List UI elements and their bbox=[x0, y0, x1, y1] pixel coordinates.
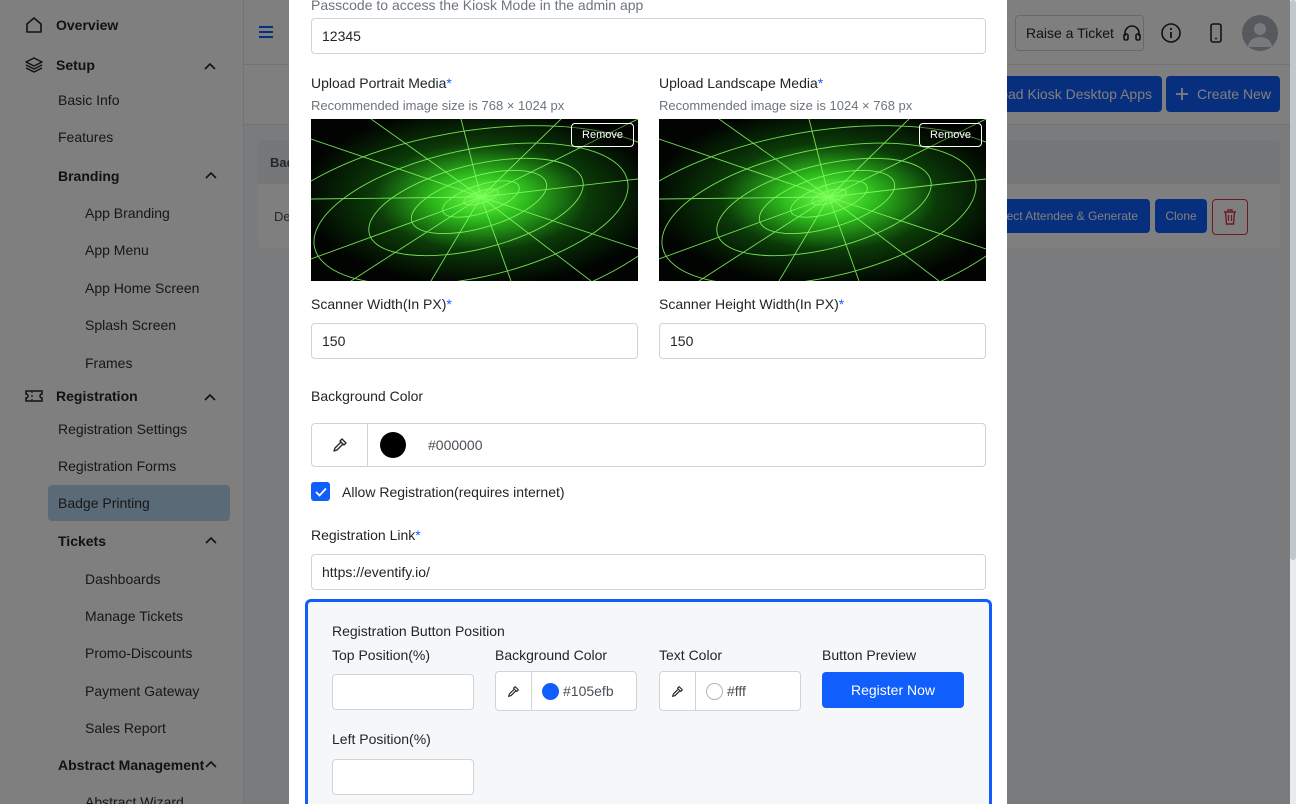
eyedropper-icon bbox=[671, 685, 684, 698]
left-position-input[interactable] bbox=[332, 759, 474, 795]
scanner-height-input[interactable]: 150 bbox=[659, 323, 986, 359]
kiosk-settings-modal: Passcode to access the Kiosk Mode in the… bbox=[289, 0, 1007, 804]
eyedropper-icon bbox=[507, 685, 520, 698]
background-color-label: Background Color bbox=[311, 388, 424, 404]
passcode-hint: Passcode to access the Kiosk Mode in the… bbox=[311, 0, 644, 13]
background-color-value[interactable]: #000000 bbox=[428, 437, 483, 453]
eyedropper-icon bbox=[332, 437, 348, 453]
button-text-color-swatch[interactable] bbox=[706, 682, 723, 700]
checkmark-icon bbox=[314, 487, 327, 497]
remove-portrait-button[interactable]: Remove bbox=[571, 123, 634, 147]
portrait-media-hint: Recommended image size is 768 × 1024 px bbox=[311, 98, 565, 113]
eyedropper-button[interactable] bbox=[660, 672, 696, 710]
top-position-input[interactable] bbox=[332, 674, 474, 710]
top-position-label: Top Position(%) bbox=[332, 647, 431, 663]
eyedropper-button[interactable] bbox=[496, 672, 532, 710]
scanner-height-value: 150 bbox=[670, 333, 694, 349]
eyedropper-button[interactable] bbox=[312, 424, 368, 466]
button-text-color-label: Text Color bbox=[659, 647, 723, 663]
landscape-media-hint: Recommended image size is 1024 × 768 px bbox=[659, 98, 913, 113]
remove-landscape-button[interactable]: Remove bbox=[919, 123, 982, 147]
register-now-label: Register Now bbox=[850, 682, 936, 698]
allow-registration-checkbox[interactable] bbox=[311, 482, 330, 501]
button-position-title: Registration Button Position bbox=[332, 623, 505, 639]
landscape-media-label: Upload Landscape Media* bbox=[659, 75, 824, 91]
button-bg-color-picker[interactable]: #105efb bbox=[495, 671, 637, 711]
landscape-media-preview[interactable]: Remove bbox=[659, 119, 986, 281]
portrait-media-label: Upload Portrait Media* bbox=[311, 75, 452, 91]
scanner-width-label: Scanner Width(In PX)* bbox=[311, 296, 452, 312]
scrollbar-thumb[interactable] bbox=[1290, 0, 1296, 560]
remove-label: Remove bbox=[930, 129, 971, 141]
button-bg-color-label: Background Color bbox=[495, 647, 608, 663]
button-text-color-picker[interactable]: #fff bbox=[659, 671, 801, 711]
scanner-height-label: Scanner Height Width(In PX)* bbox=[659, 296, 845, 312]
background-color-picker[interactable]: #000000 bbox=[311, 423, 986, 467]
scanner-width-value: 150 bbox=[322, 333, 346, 349]
page-scrollbar[interactable] bbox=[1290, 0, 1296, 804]
scanner-width-input[interactable]: 150 bbox=[311, 323, 638, 359]
registration-link-input[interactable]: https://eventify.io/ bbox=[311, 554, 986, 590]
left-position-label: Left Position(%) bbox=[332, 731, 431, 747]
button-bg-color-value[interactable]: #105efb bbox=[563, 683, 614, 699]
allow-registration-label[interactable]: Allow Registration(requires internet) bbox=[342, 484, 565, 500]
button-text-color-value[interactable]: #fff bbox=[727, 683, 746, 699]
button-bg-color-swatch[interactable] bbox=[542, 682, 559, 700]
registration-link-value: https://eventify.io/ bbox=[322, 564, 430, 580]
button-preview-label: Button Preview bbox=[822, 647, 917, 663]
passcode-input[interactable]: 12345 bbox=[311, 18, 986, 54]
register-now-preview-button[interactable]: Register Now bbox=[822, 672, 964, 708]
remove-label: Remove bbox=[582, 129, 623, 141]
background-color-swatch[interactable] bbox=[380, 432, 406, 458]
registration-link-label: Registration Link* bbox=[311, 527, 421, 543]
portrait-media-preview[interactable]: Remove bbox=[311, 119, 638, 281]
passcode-value: 12345 bbox=[322, 28, 361, 44]
